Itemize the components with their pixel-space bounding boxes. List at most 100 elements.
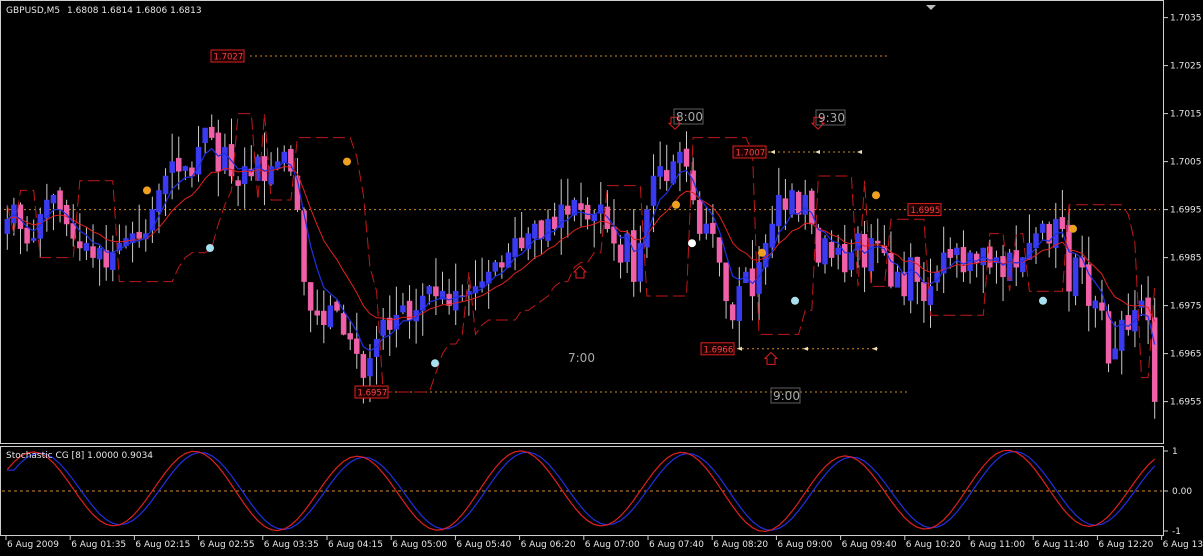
price-label-text: 1.6966	[704, 345, 734, 355]
time-tick-label: 6 Aug 07:40	[649, 540, 704, 550]
candle-down	[136, 231, 142, 239]
time-tick-label: 6 Aug 08:20	[713, 540, 768, 550]
candle-down	[215, 132, 222, 172]
candle-up	[1138, 300, 1145, 308]
time-tick-label: 6 Aug 02:55	[200, 540, 255, 550]
level-marker	[770, 150, 775, 154]
level-marker	[857, 150, 862, 154]
candle-down	[815, 227, 822, 263]
candle-up	[835, 247, 841, 255]
candle-up	[182, 166, 189, 171]
price-tick-label: 1.6975	[1170, 302, 1202, 312]
price-tick-label: 1.7015	[1170, 110, 1202, 120]
candle-up	[1072, 257, 1079, 297]
candle-down	[77, 241, 83, 249]
time-tick-label: 6 Aug 06:20	[521, 540, 576, 550]
chart-canvas[interactable]: 1.7027 1.6957 1.7007 1.6966 1.6995 8:00 9:30 7:…	[0, 0, 1203, 552]
time-tick-label: 6 Aug 13:00	[1163, 540, 1203, 550]
candle-down	[683, 148, 690, 167]
candle-down	[921, 282, 927, 302]
candle-up	[110, 252, 116, 270]
candle-up	[162, 175, 169, 195]
candle-up	[822, 238, 828, 265]
time-label-text: 9:00	[773, 389, 800, 403]
candle-up	[1039, 223, 1046, 233]
candle-down	[1000, 256, 1006, 278]
candle-up	[202, 127, 208, 144]
candle-up	[532, 223, 538, 239]
time-tick-label: 6 Aug 05:40	[456, 540, 511, 550]
candle-down	[1099, 302, 1105, 311]
candle-up	[776, 194, 782, 227]
osc-tick-label: 0.00	[1172, 487, 1192, 497]
candle-up	[367, 358, 373, 377]
candle-up	[789, 190, 795, 215]
buy-arrow	[763, 351, 779, 365]
candle-down	[842, 243, 848, 273]
osc-tick-label: 1	[1172, 447, 1178, 457]
candle-up	[492, 262, 499, 272]
candle-down	[433, 286, 439, 297]
chart-header: GBPUSD,M5 1.6808 1.6814 1.6806 1.6813	[6, 6, 202, 16]
main-window-frame	[0, 0, 1164, 444]
candle-up	[380, 319, 386, 336]
time-tick-label: 6 Aug 07:00	[585, 540, 640, 550]
candle-down	[696, 199, 703, 234]
buy-arrow	[572, 265, 588, 279]
candle-up	[545, 218, 551, 241]
signal-dot	[343, 157, 351, 166]
candle-down	[901, 272, 907, 297]
candle-down	[538, 220, 545, 239]
candle-down	[360, 354, 367, 378]
candle-down	[57, 190, 63, 210]
candle-down	[828, 241, 835, 258]
candle-up	[650, 175, 657, 206]
candle-down	[499, 262, 505, 268]
candle-up	[894, 271, 901, 288]
candle-down	[261, 156, 268, 182]
candle-up	[736, 286, 743, 321]
time-tick-label: 6 Aug 09:40	[842, 540, 897, 550]
time-tick-label: 6 Aug 02:15	[135, 540, 190, 550]
time-tick-label: 6 Aug 2009	[7, 540, 59, 550]
chart-stage: 1.7027 1.6957 1.7007 1.6966 1.6995 8:00 9:30 7:…	[0, 0, 1203, 552]
candle-up	[30, 238, 37, 241]
signal-dot	[791, 296, 799, 305]
candle-up	[222, 146, 228, 171]
price-label-text: 1.6995	[911, 206, 941, 216]
candle-up	[907, 257, 914, 301]
candle-up	[954, 247, 960, 256]
candle-up	[848, 252, 855, 270]
candle-down	[716, 237, 723, 263]
candle-up	[96, 247, 103, 260]
time-tick-label: 6 Aug 11:40	[1034, 540, 1089, 550]
candle-down	[518, 237, 525, 249]
candle-down	[795, 191, 802, 215]
time-tick-label: 6 Aug 05:00	[392, 540, 447, 550]
candle-down	[24, 227, 30, 244]
candle-up	[149, 209, 156, 231]
candle-up	[452, 290, 459, 311]
signal-dot	[1069, 224, 1077, 233]
time-tick-label: 6 Aug 10:20	[906, 540, 961, 550]
candle-up	[156, 190, 162, 213]
candle-down	[565, 205, 571, 215]
level-marker	[803, 346, 808, 351]
candle-down	[1151, 317, 1158, 402]
candle-down	[1066, 224, 1072, 292]
candle-down	[1059, 217, 1066, 230]
signal-dot	[431, 359, 439, 368]
candle-down	[175, 157, 182, 172]
time-tick-label: 6 Aug 09:00	[777, 540, 832, 550]
symbol-timeframe: GBPUSD,M5	[6, 6, 61, 16]
signal-dot	[1039, 296, 1047, 305]
time-tick-label: 6 Aug 04:15	[328, 540, 383, 550]
chart-shift-marker[interactable]	[926, 5, 936, 10]
candle-down	[723, 262, 729, 302]
candle-up	[400, 305, 406, 313]
candle-down	[617, 244, 624, 263]
price-tick-label: 1.6985	[1170, 254, 1202, 264]
candle-up	[512, 238, 518, 258]
candle-down	[90, 246, 96, 258]
candle-up	[677, 151, 683, 164]
